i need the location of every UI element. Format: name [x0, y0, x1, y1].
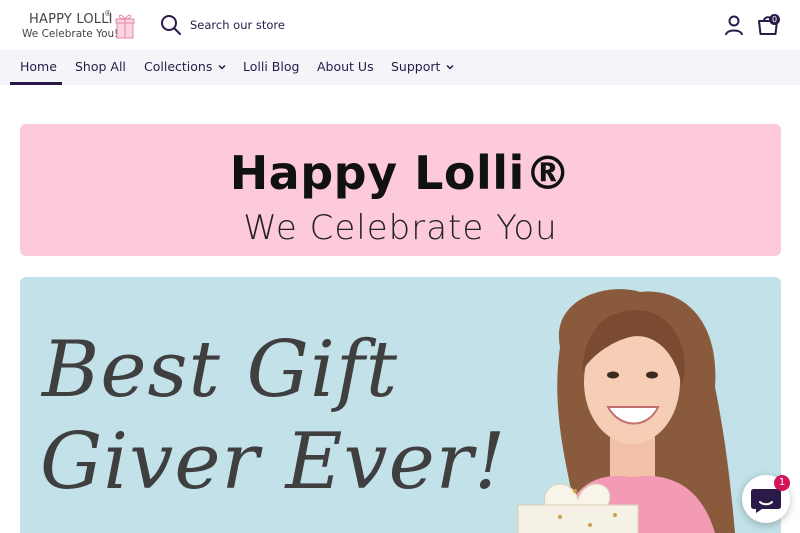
- nav-item-support[interactable]: Support: [391, 59, 455, 74]
- nav-item-about-us[interactable]: About Us: [317, 59, 374, 74]
- banner-title: Happy Lolli®: [229, 146, 572, 200]
- search-icon[interactable]: [160, 14, 182, 36]
- store-logo[interactable]: HAPPY LOLLI ® We Celebrate You!: [22, 9, 140, 42]
- hero-headline-line1: Best Gift: [42, 325, 399, 415]
- nav-item-shop-all[interactable]: Shop All: [75, 59, 126, 74]
- chevron-down-icon: [446, 64, 454, 70]
- hero-headline-line2: Giver Ever!: [40, 417, 507, 507]
- account-icon[interactable]: [723, 14, 745, 36]
- gift-box-icon: [115, 14, 135, 39]
- nav-item-support-label: Support: [391, 59, 441, 74]
- logo-registered-mark: ®: [105, 9, 111, 18]
- main-nav: Home Shop All Collections Lolli Blog Abo…: [0, 50, 800, 85]
- site-header: HAPPY LOLLI ® We Celebrate You! 0: [0, 0, 800, 50]
- hero-banner[interactable]: Best Gift Giver Ever!: [20, 277, 781, 533]
- nav-item-collections-label: Collections: [144, 59, 213, 74]
- cart-count-badge: 0: [769, 14, 780, 25]
- search-input[interactable]: [190, 15, 450, 35]
- nav-active-indicator: [10, 82, 62, 85]
- nav-item-lolli-blog[interactable]: Lolli Blog: [243, 59, 299, 74]
- logo-tagline: We Celebrate You!: [22, 28, 119, 40]
- banner-subtitle: We Celebrate You: [243, 208, 558, 248]
- chevron-down-icon: [218, 64, 226, 70]
- nav-item-collections[interactable]: Collections: [144, 59, 227, 74]
- search-bar[interactable]: [160, 12, 460, 38]
- nav-item-home[interactable]: Home: [20, 59, 57, 74]
- logo-title: HAPPY LOLLI: [29, 12, 113, 27]
- brand-banner[interactable]: Happy Lolli® We Celebrate You: [20, 124, 781, 256]
- chat-notification-badge: 1: [774, 475, 790, 491]
- hero-woman-photo: [517, 289, 735, 533]
